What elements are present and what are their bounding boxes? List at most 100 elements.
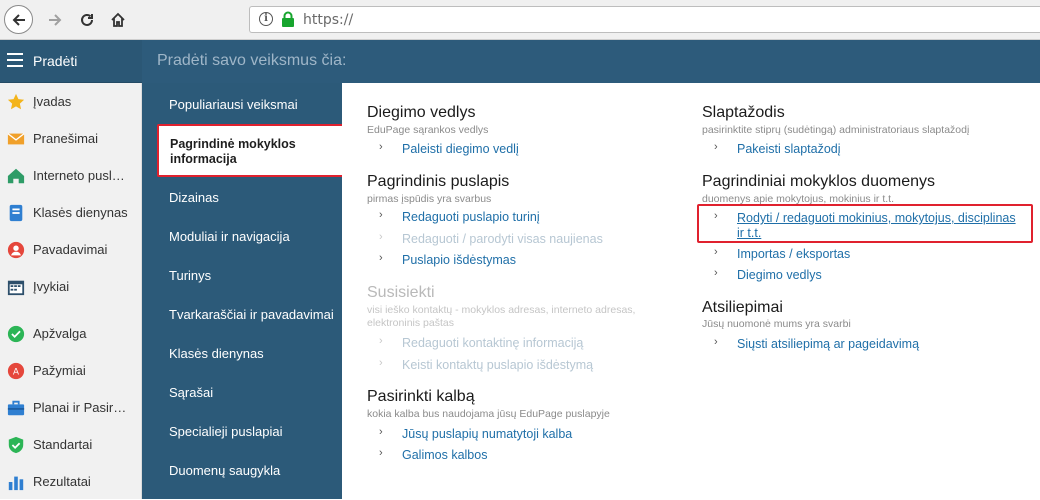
sidebar: Įvadas Pranešimai Interneto pusl… Klasės… xyxy=(0,83,142,499)
chevron-right-icon: › xyxy=(379,231,383,243)
link-siusti-atsiliepima[interactable]: Siųsti atsiliepimą ar pageidavimą xyxy=(737,337,919,351)
subnav-item-duomenu-saugykla[interactable]: Duomenų saugykla xyxy=(169,463,280,478)
main-menu-button[interactable]: Pradėti xyxy=(0,40,142,83)
section-title-susisiekti: Susisiekti xyxy=(367,284,435,301)
sidebar-item-label: Rezultatai xyxy=(33,474,91,489)
section-subtitle-kalba: kokia kalba bus naudojama jūsų EduPage p… xyxy=(367,408,610,420)
subnav-active-label: Pagrindinė mokyklos informacija xyxy=(170,137,296,167)
subnav-item-dizainas[interactable]: Dizainas xyxy=(169,190,219,205)
link-kontaktu-isdestymas[interactable]: Keisti kontaktų puslapio išdėstymą xyxy=(402,358,593,372)
section-subtitle-slaptazodis: pasirinktite stiprų (sudėtingą) administ… xyxy=(702,124,970,136)
svg-text:A: A xyxy=(13,367,20,377)
sidebar-item-planai[interactable]: Planai ir Pasir… xyxy=(0,389,142,426)
sidebar-item-label: Įvadas xyxy=(33,94,72,109)
browser-toolbar: i https:// xyxy=(0,0,1040,40)
sidebar-item-pavadavimai[interactable]: Pavadavimai xyxy=(0,231,142,268)
chevron-right-icon: › xyxy=(379,141,383,153)
sidebar-item-standartai[interactable]: Standartai xyxy=(0,426,142,463)
subnav-item-specialieji[interactable]: Specialieji puslapiai xyxy=(169,424,282,439)
link-pakeisti-slaptazodi[interactable]: Pakeisti slaptažodį xyxy=(737,142,841,156)
section-title-atsiliepimai: Atsiliepimai xyxy=(702,299,783,316)
section-title-diegimo: Diegimo vedlys xyxy=(367,104,476,121)
reload-button[interactable] xyxy=(72,5,102,35)
address-bar[interactable]: i https:// xyxy=(249,6,1040,33)
shield-check-icon xyxy=(8,436,24,453)
sidebar-item-pazymiai[interactable]: A Pažymiai xyxy=(0,352,142,389)
section-subtitle-susisiekti-1: visi ieško kontaktų - mokyklos adresas, … xyxy=(367,304,636,316)
chevron-right-icon: › xyxy=(379,447,383,459)
home-button[interactable] xyxy=(103,5,133,35)
subnav-item-turinys[interactable]: Turinys xyxy=(169,268,211,283)
back-button[interactable] xyxy=(4,5,33,34)
sidebar-item-apzvalga[interactable]: Apžvalga xyxy=(0,315,142,352)
section-subtitle-susisiekti-2: elektroninis paštas xyxy=(367,317,454,329)
grade-icon: A xyxy=(7,362,25,379)
link-redaguoti-turini[interactable]: Redaguoti puslapio turinį xyxy=(402,210,540,224)
check-circle-icon xyxy=(7,325,25,342)
section-title-pagrindinis: Pagrindinis puslapis xyxy=(367,173,510,190)
link-diegimo-vedlys[interactable]: Diegimo vedlys xyxy=(737,268,822,282)
sidebar-item-interneto[interactable]: Interneto pusl… xyxy=(0,157,142,194)
info-icon[interactable]: i xyxy=(259,12,273,26)
briefcase-icon xyxy=(7,400,25,415)
hamburger-icon xyxy=(7,53,23,67)
link-galimos-kalbos[interactable]: Galimos kalbos xyxy=(402,448,487,462)
person-icon xyxy=(7,241,25,258)
house-icon xyxy=(7,168,25,183)
section-title-slaptazodis: Slaptažodis xyxy=(702,104,785,121)
home-icon xyxy=(111,12,125,27)
subnav-item-tvarkarasciai[interactable]: Tvarkaraščiai ir pavadavimai xyxy=(169,307,334,322)
star-icon xyxy=(7,93,25,109)
sidebar-item-klases[interactable]: Klasės dienynas xyxy=(0,194,142,231)
bar-chart-icon xyxy=(8,476,24,490)
sidebar-item-rezultatai[interactable]: Rezultatai xyxy=(0,463,142,500)
chevron-right-icon: › xyxy=(379,252,383,264)
menu-label: Pradėti xyxy=(33,53,78,69)
calendar-icon xyxy=(7,280,25,295)
sidebar-item-label: Pavadavimai xyxy=(33,242,108,257)
lock-icon xyxy=(282,11,294,27)
main-content: Diegimo vedlys EduPage sąrankos vedlys ›… xyxy=(342,83,1040,499)
subnav-item-pagrindine-active[interactable]: Pagrindinė mokyklos informacija xyxy=(157,124,342,177)
subnav-item-klases-dienynas[interactable]: Klasės dienynas xyxy=(169,346,264,361)
subnav-active-line1: Pagrindinė mokyklos xyxy=(170,137,296,151)
subnav-item-populiariausi[interactable]: Populiariausi veiksmai xyxy=(169,97,298,112)
sidebar-item-pranesimai[interactable]: Pranešimai xyxy=(0,120,142,157)
chevron-right-icon: › xyxy=(714,141,718,153)
subnav-item-sarasai[interactable]: Sąrašai xyxy=(169,385,213,400)
url-text: https:// xyxy=(303,12,354,28)
link-paleisti-diegimo[interactable]: Paleisti diegimo vedlį xyxy=(402,142,519,156)
link-puslapio-isdestymas[interactable]: Puslapio išdėstymas xyxy=(402,253,516,267)
subnav-item-moduliai[interactable]: Moduliai ir navigacija xyxy=(169,229,290,244)
chevron-right-icon: › xyxy=(379,426,383,438)
chevron-right-icon: › xyxy=(379,335,383,347)
sidebar-item-label: Interneto pusl… xyxy=(33,168,125,183)
link-numatytoji-kalba[interactable]: Jūsų puslapių numatytoji kalba xyxy=(402,427,572,441)
link-importas-eksportas[interactable]: Importas / eksportas xyxy=(737,247,850,261)
section-subtitle-atsiliepimai: Jūsų nuomonė mums yra svarbi xyxy=(702,318,851,330)
sidebar-item-label: Klasės dienynas xyxy=(33,205,128,220)
header-prompt-area: Pradėti savo veiksmus čia: xyxy=(142,40,1040,83)
section-title-kalba: Pasirinkti kalbą xyxy=(367,388,475,405)
sidebar-item-label: Pranešimai xyxy=(33,131,99,146)
link-redaguoti-naujienas[interactable]: Redaguoti / parodyti visas naujienas xyxy=(402,232,603,246)
section-title-duomenys: Pagrindiniai mokyklos duomenys xyxy=(702,173,935,190)
sidebar-item-label: Standartai xyxy=(33,437,93,452)
sidebar-item-label: Įvykiai xyxy=(33,279,70,294)
chevron-right-icon: › xyxy=(379,209,383,221)
page-prompt: Pradėti savo veiksmus čia: xyxy=(157,52,347,69)
sidebar-item-label: Planai ir Pasir… xyxy=(33,400,127,415)
book-icon xyxy=(9,204,23,221)
envelope-icon xyxy=(7,132,25,144)
sidebar-item-ivadas[interactable]: Įvadas xyxy=(0,83,142,120)
reload-icon xyxy=(81,13,93,26)
app-header: Pradėti Pradėti savo veiksmus čia: xyxy=(0,40,1040,83)
forward-button[interactable] xyxy=(40,5,70,35)
highlight-box xyxy=(697,204,1033,243)
chevron-right-icon: › xyxy=(379,357,383,369)
sidebar-item-ivykiai[interactable]: Įvykiai xyxy=(0,268,142,305)
section-subtitle-pagrindinis: pirmas įspūdis yra svarbus xyxy=(367,193,492,205)
chevron-right-icon: › xyxy=(714,336,718,348)
subnav-active-line2: informacija xyxy=(170,152,237,166)
link-kontaktine-informacija[interactable]: Redaguoti kontaktinę informaciją xyxy=(402,336,583,350)
